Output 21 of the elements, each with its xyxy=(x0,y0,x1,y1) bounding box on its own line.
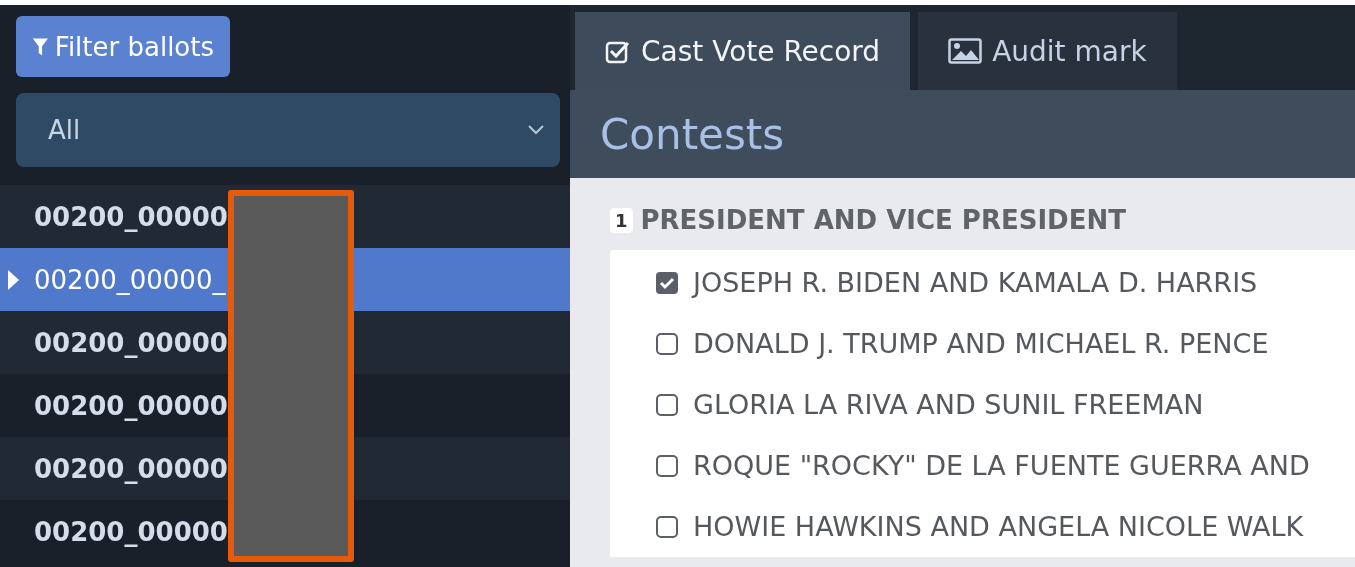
contest-number: 1 xyxy=(610,207,633,233)
page-heading: Contests xyxy=(600,109,785,159)
contest-title: PRESIDENT AND VICE PRESIDENT xyxy=(640,205,1126,235)
candidate-name: JOSEPH R. BIDEN AND KAMALA D. HARRIS xyxy=(693,267,1258,298)
candidate-name: ROQUE "ROCKY" DE LA FUENTE GUERRA AND xyxy=(693,450,1310,481)
checkbox[interactable] xyxy=(655,392,679,417)
filter-button[interactable]: Filter ballots xyxy=(16,16,230,77)
caret-icon xyxy=(8,270,20,290)
tab[interactable]: Cast Vote Record xyxy=(575,12,911,90)
checkbox[interactable] xyxy=(655,453,679,478)
select-value: All xyxy=(48,115,81,145)
candidate-name: HOWIE HAWKINS AND ANGELA NICOLE WALK xyxy=(693,511,1304,542)
image-icon xyxy=(948,38,983,64)
tab[interactable]: Audit mark xyxy=(918,12,1177,90)
checked-checkbox[interactable] xyxy=(655,270,679,295)
candidate-name: GLORIA LA RIVA AND SUNIL FREEMAN xyxy=(693,389,1204,420)
chevron-down-icon xyxy=(528,125,544,135)
ballot-select[interactable]: All xyxy=(16,93,560,167)
checkbox[interactable] xyxy=(655,514,679,539)
candidate-name: DONALD J. TRUMP AND MICHAEL R. PENCE xyxy=(693,328,1269,359)
checkbox[interactable] xyxy=(655,331,679,356)
